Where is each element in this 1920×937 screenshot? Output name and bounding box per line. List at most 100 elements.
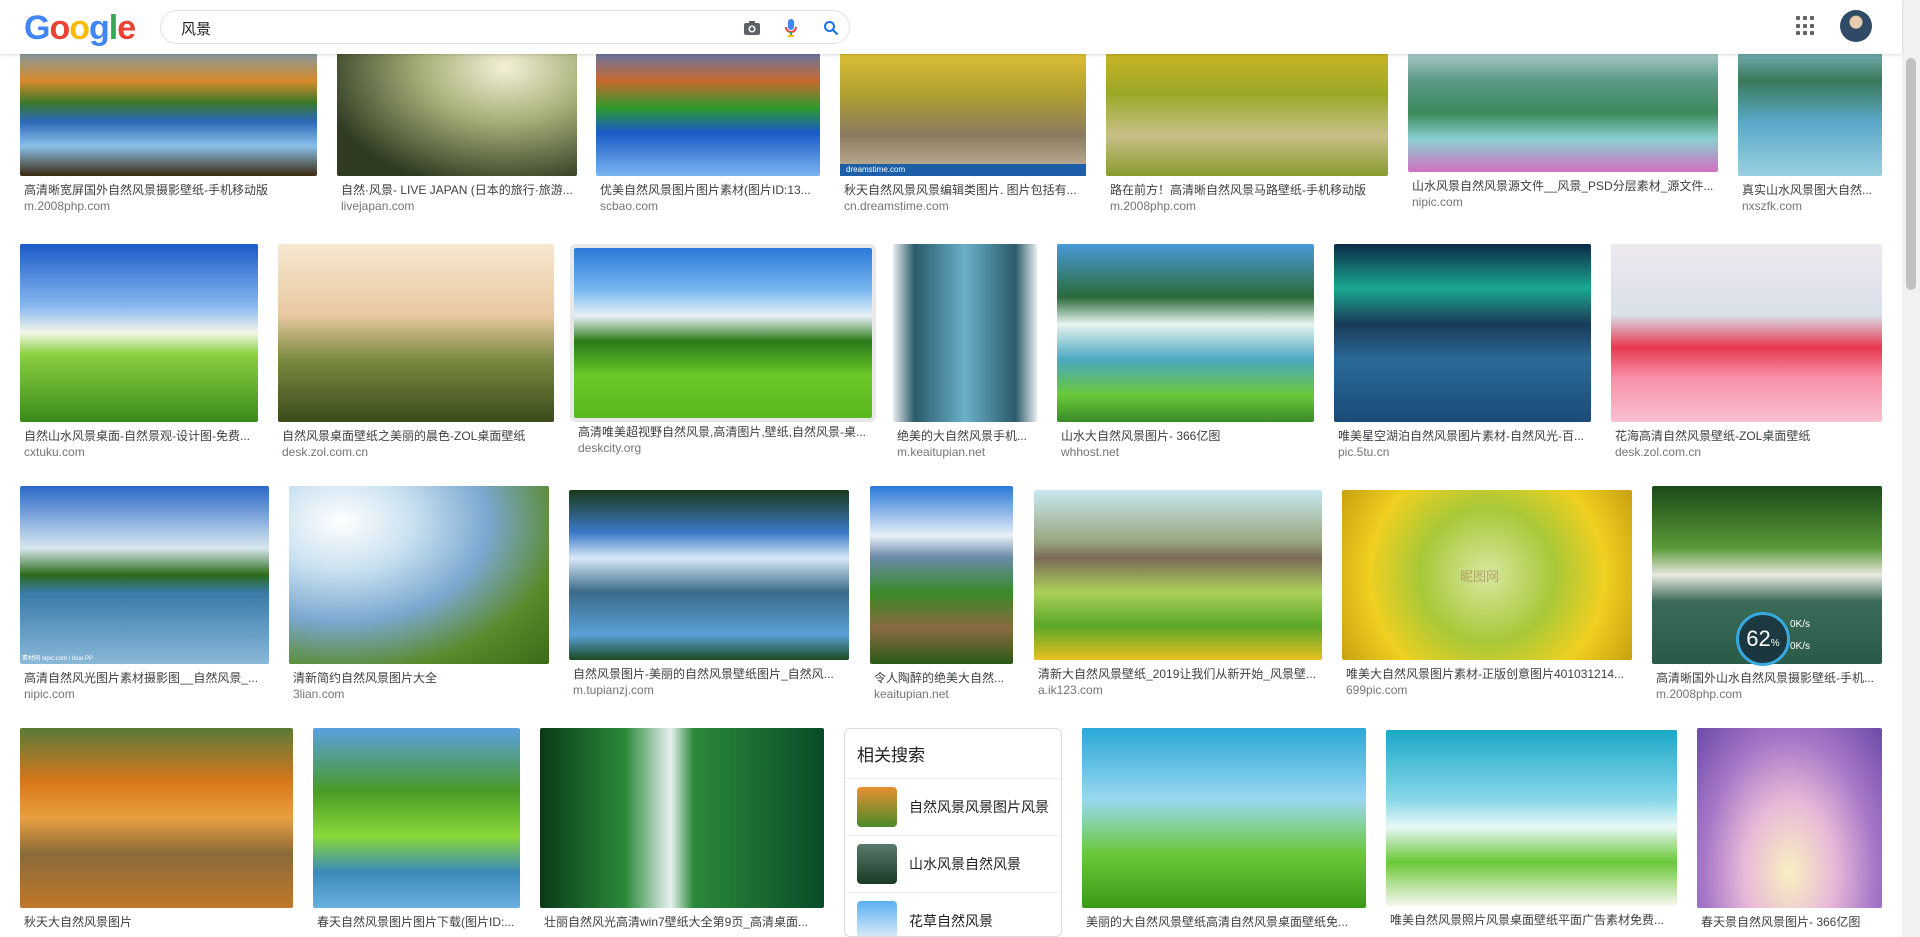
result-image[interactable] [1611, 244, 1882, 422]
result-source: nipic.com [1412, 195, 1463, 209]
result-image[interactable] [1334, 244, 1591, 422]
result-image[interactable] [1386, 730, 1677, 906]
result-image[interactable] [1408, 40, 1718, 172]
result-tile[interactable]: 唯美自然风景照片风景桌面壁纸平面广告素材免费... [1386, 730, 1677, 928]
result-caption[interactable]: 山水大自然风景图片- 366亿图 [1057, 428, 1314, 444]
result-caption[interactable]: 秋天大自然风景图片 [20, 914, 293, 930]
result-tile[interactable]: 美丽的大自然风景壁纸高清自然风景桌面壁纸免... [1082, 728, 1366, 930]
result-tile[interactable]: 花海高清自然风景壁纸-ZOL桌面壁纸 desk.zol.com.cn [1611, 244, 1882, 460]
related-search-item[interactable]: 山水风景自然风景 [845, 836, 1061, 893]
scrollbar-thumb[interactable] [1906, 58, 1916, 290]
result-image[interactable] [20, 40, 317, 176]
result-image[interactable] [1057, 244, 1314, 422]
search-input[interactable] [179, 17, 703, 39]
result-caption[interactable]: 花海高清自然风景壁纸-ZOL桌面壁纸 [1611, 428, 1882, 444]
result-image[interactable] [289, 486, 549, 664]
result-tile[interactable]: 真实山水风景图大自然... nxszfk.com [1738, 40, 1882, 214]
result-tile[interactable]: 路在前方！高清晰自然风景马路壁纸-手机移动版 m.2008php.com [1106, 40, 1388, 214]
search-box[interactable] [160, 10, 850, 44]
result-tile[interactable]: 自然风景桌面壁纸之美丽的晨色-ZOL桌面壁纸 desk.zol.com.cn [278, 244, 554, 460]
result-tile[interactable]: 高清晰国外山水自然风景摄影壁纸-手机... m.2008php.com [1652, 486, 1882, 702]
result-tile[interactable]: 自然·风景- LIVE JAPAN (日本的旅行·旅游... livejapan… [337, 40, 577, 214]
search-icon[interactable] [820, 17, 842, 39]
result-caption[interactable]: 唯美自然风景照片风景桌面壁纸平面广告素材免费... [1386, 912, 1677, 928]
result-tile[interactable]: 令人陶醉的绝美大自然... keaitupian.net [870, 486, 1013, 702]
related-search-item[interactable]: 自然风景风景图片风景 [845, 779, 1061, 836]
result-caption[interactable]: 自然山水风景桌面-自然景观-设计图-免费... [20, 428, 258, 444]
avatar[interactable] [1840, 10, 1872, 42]
result-tile[interactable]: 春天景自然风景图片- 366亿图 [1697, 728, 1882, 930]
result-image[interactable] [1082, 728, 1366, 908]
result-image[interactable] [1697, 728, 1882, 908]
result-source: m.keaitupian.net [897, 445, 986, 459]
apps-grid-icon[interactable] [1796, 16, 1816, 36]
result-caption[interactable]: 清新简约自然风景图片大全 [289, 670, 549, 686]
google-logo[interactable]: Google [24, 9, 136, 47]
result-caption[interactable]: 美丽的大自然风景壁纸高清自然风景桌面壁纸免... [1082, 914, 1366, 930]
microphone-icon[interactable] [780, 17, 802, 39]
result-image[interactable] [569, 490, 849, 660]
result-image[interactable] [596, 40, 820, 176]
related-search-label[interactable]: 山水风景自然风景 [909, 854, 1021, 874]
result-tile[interactable]: 壮丽自然风光高清win7壁纸大全第9页_高清桌面... [540, 728, 824, 930]
result-tile[interactable]: 山水大自然风景图片- 366亿图 whhost.net [1057, 244, 1314, 460]
result-caption[interactable]: 自然风景桌面壁纸之美丽的晨色-ZOL桌面壁纸 [278, 428, 554, 444]
result-image[interactable] [20, 244, 258, 422]
result-image[interactable] [313, 728, 520, 908]
result-tile[interactable]: 春天自然风景图片图片下载(图片ID:... [313, 728, 520, 930]
result-caption[interactable]: 高清晰宽屏国外自然风景摄影壁纸-手机移动版 [20, 182, 317, 198]
result-image[interactable] [574, 248, 872, 418]
result-tile[interactable]: 高清晰宽屏国外自然风景摄影壁纸-手机移动版 m.2008php.com [20, 40, 317, 214]
result-image[interactable] [893, 244, 1037, 422]
result-tile[interactable]: 昵图网 唯美大自然风景图片素材-正版创意图片401031214... 699pi… [1342, 490, 1632, 698]
result-caption[interactable]: 高清晰国外山水自然风景摄影壁纸-手机... [1652, 670, 1882, 686]
result-tile[interactable]: 山水风景自然风景源文件__风景_PSD分层素材_源文件... nipic.com [1408, 40, 1718, 210]
result-caption[interactable]: 令人陶醉的绝美大自然... [870, 670, 1013, 686]
related-search-label[interactable]: 花草自然风景 [909, 911, 993, 931]
result-caption[interactable]: 高清自然风光图片素材摄影图__自然风景_... [20, 670, 269, 686]
result-caption[interactable]: 真实山水风景图大自然... [1738, 182, 1882, 198]
result-tile[interactable]: dreamstime.com 秋天自然风景风景编辑类图片. 图片包括有... c… [840, 40, 1086, 214]
result-tile[interactable]: 清新大自然风景壁纸_2019让我们从新开始_风景壁... a.ik123.com [1034, 490, 1322, 698]
result-tile[interactable]: 高清唯美超视野自然风景,高清图片,壁纸,自然风景-桌... deskcity.o… [574, 248, 872, 456]
result-caption[interactable]: 春天景自然风景图片- 366亿图 [1697, 914, 1882, 930]
result-tile[interactable]: 绝美的大自然风景手机... m.keaitupian.net [893, 244, 1037, 460]
result-caption[interactable]: 唯美大自然风景图片素材-正版创意图片401031214... [1342, 666, 1632, 682]
result-caption[interactable]: 唯美星空湖泊自然风景图片素材-自然风光-百... [1334, 428, 1591, 444]
result-caption[interactable]: 高清唯美超视野自然风景,高清图片,壁纸,自然风景-桌... [574, 424, 872, 440]
result-image[interactable] [1738, 40, 1882, 176]
result-image[interactable]: 昵图网 [1342, 490, 1632, 660]
result-caption[interactable]: 山水风景自然风景源文件__风景_PSD分层素材_源文件... [1408, 178, 1718, 194]
result-image[interactable]: dreamstime.com [840, 40, 1086, 176]
result-image[interactable]: 素材网 nipic.com / blue.PP [20, 486, 269, 664]
result-caption[interactable]: 优美自然风景图片图片素材(图片ID:13... [596, 182, 820, 198]
result-image[interactable] [20, 728, 293, 908]
result-image[interactable] [1034, 490, 1322, 660]
camera-icon[interactable] [741, 17, 763, 39]
result-caption[interactable]: 春天自然风景图片图片下载(图片ID:... [313, 914, 520, 930]
result-image[interactable] [1106, 40, 1388, 176]
result-tile[interactable]: 自然风景图片-美丽的自然风景壁纸图片_自然风... m.tupianzj.com [569, 490, 849, 698]
result-tile[interactable]: 唯美星空湖泊自然风景图片素材-自然风光-百... pic.5tu.cn [1334, 244, 1591, 460]
result-tile[interactable]: 清新简约自然风景图片大全 3lian.com [289, 486, 549, 702]
result-tile[interactable]: 素材网 nipic.com / blue.PP 高清自然风光图片素材摄影图__自… [20, 486, 269, 702]
related-search-label[interactable]: 自然风景风景图片风景 [909, 797, 1049, 817]
result-tile[interactable]: 秋天大自然风景图片 [20, 728, 293, 930]
result-image[interactable] [337, 40, 577, 176]
result-caption[interactable]: 自然·风景- LIVE JAPAN (日本的旅行·旅游... [337, 182, 577, 198]
related-thumb [857, 844, 897, 884]
result-image[interactable] [870, 486, 1013, 664]
result-caption[interactable]: 壮丽自然风光高清win7壁纸大全第9页_高清桌面... [540, 914, 824, 930]
network-speed-widget[interactable]: 62% [1736, 612, 1790, 666]
related-search-item[interactable]: 花草自然风景 [845, 893, 1061, 936]
result-caption[interactable]: 绝美的大自然风景手机... [893, 428, 1037, 444]
result-caption[interactable]: 清新大自然风景壁纸_2019让我们从新开始_风景壁... [1034, 666, 1322, 682]
result-caption[interactable]: 路在前方！高清晰自然风景马路壁纸-手机移动版 [1106, 182, 1388, 198]
result-tile[interactable]: 优美自然风景图片图片素材(图片ID:13... scbao.com [596, 40, 820, 214]
result-caption[interactable]: 秋天自然风景风景编辑类图片. 图片包括有... [840, 182, 1086, 198]
result-caption[interactable]: 自然风景图片-美丽的自然风景壁纸图片_自然风... [569, 666, 849, 682]
result-image[interactable] [278, 244, 554, 422]
result-source: a.ik123.com [1038, 683, 1103, 697]
result-image[interactable] [540, 728, 824, 908]
result-tile[interactable]: 自然山水风景桌面-自然景观-设计图-免费... cxtuku.com [20, 244, 258, 460]
